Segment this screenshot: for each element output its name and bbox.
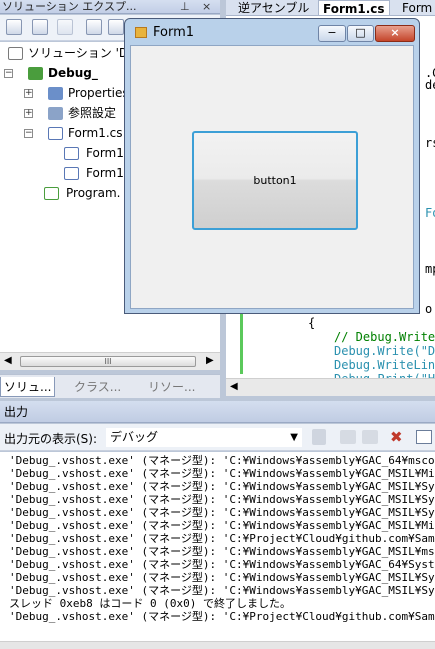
tab-form1-design[interactable]: Form	[398, 0, 435, 16]
close-icon: ×	[390, 26, 400, 39]
output-source-label: 出力元の表示(S):	[4, 432, 98, 446]
minimize-icon: −	[327, 26, 337, 39]
show-all-files-button[interactable]	[32, 19, 48, 35]
form1-title: Form1	[153, 25, 195, 40]
tab-class-view[interactable]: クラス...	[74, 377, 121, 397]
panel-tabs: ソリュ... クラス... リソー...	[0, 374, 220, 398]
scroll-left-icon[interactable]: ◀	[230, 381, 238, 392]
goto-line-icon[interactable]	[312, 429, 326, 445]
form-app-icon	[135, 27, 147, 38]
tab-label: リソー...	[148, 380, 196, 394]
output-line: 'Debug_.vshost.exe' (マネージ型): 'C:¥Windows…	[9, 571, 435, 584]
output-line: 'Debug_.vshost.exe' (マネージ型): 'C:¥Windows…	[9, 454, 435, 467]
tab-label: ソリュ...	[4, 380, 52, 394]
button1[interactable]: button1	[192, 131, 358, 230]
form1-title-bar[interactable]: Form1 − □ ×	[125, 19, 419, 46]
previous-message-icon[interactable]	[340, 430, 356, 444]
output-line: 'Debug_.vshost.exe' (マネージ型): 'C:¥Windows…	[9, 480, 435, 493]
tree-label-solution: ソリューション 'D	[28, 46, 129, 60]
output-toolbar: 出力元の表示(S): デバッグ ▼ ✖	[0, 424, 435, 451]
editor-hscrollbar[interactable]: ◀	[226, 378, 435, 396]
collapse-icon[interactable]: −	[4, 69, 13, 78]
output-line: スレッド 0xeb8 はコード 0 (0x0) で終了しました。	[9, 597, 291, 610]
expand-icon[interactable]: +	[24, 89, 33, 98]
properties-folder-icon	[48, 87, 63, 100]
word-wrap-icon[interactable]	[416, 430, 432, 444]
form1-window[interactable]: Form1 − □ × button1	[124, 18, 420, 314]
output-text[interactable]: 'Debug_.vshost.exe' (マネージ型): 'C:¥Windows…	[0, 452, 435, 641]
close-icon[interactable]: ×	[202, 0, 211, 13]
chevron-down-icon: ▼	[290, 432, 298, 443]
code-line: // Debug.Write	[334, 330, 435, 344]
code-line: Debug.WriteLin	[334, 358, 435, 372]
minimize-button[interactable]: −	[318, 25, 346, 42]
code-fragment: mp	[425, 262, 435, 276]
tree-label-form1-cs: Form1.cs	[68, 126, 123, 140]
references-icon	[48, 107, 63, 120]
change-margin	[240, 314, 243, 374]
tree-label-properties: Properties	[68, 86, 129, 100]
code-fragment: rs	[425, 136, 435, 150]
code-fragment: Fo	[425, 206, 435, 220]
output-title: 出力	[4, 405, 29, 419]
output-line: 'Debug_.vshost.exe' (マネージ型): 'C:¥Windows…	[9, 584, 435, 597]
scroll-right-icon[interactable]: ▶	[206, 355, 214, 366]
tab-solution-explorer[interactable]: ソリュ...	[0, 377, 56, 397]
code-line: {	[308, 316, 316, 330]
tree-label-program: Program.	[66, 186, 121, 200]
editor-tabs: 逆アセンブル Form1.cs Form	[226, 0, 435, 16]
output-line: 'Debug_.vshost.exe' (マネージ型): 'C:¥Windows…	[9, 467, 435, 480]
view-designer-button[interactable]	[108, 19, 124, 35]
close-button[interactable]: ×	[375, 25, 415, 42]
tab-label: クラス...	[74, 380, 122, 394]
output-title-bar: 出力	[0, 401, 435, 423]
code-fragment: o	[425, 302, 433, 316]
output-source-value: デバッグ	[110, 430, 159, 444]
maximize-icon: □	[355, 26, 366, 39]
cs-file-icon	[44, 187, 59, 200]
refresh-button[interactable]	[57, 19, 73, 35]
code-fragment: de	[425, 78, 435, 92]
tab-form1-cs[interactable]: Form1.cs	[318, 0, 390, 16]
solution-icon	[8, 47, 23, 60]
code-line: Debug.Write("De	[334, 344, 435, 358]
output-line: 'Debug_.vshost.exe' (マネージ型): 'C:¥Project…	[9, 610, 435, 623]
tab-disassembly[interactable]: 逆アセンブル	[234, 0, 313, 16]
form-file-icon	[48, 127, 63, 140]
tree-label-form1-designer: Form1	[86, 146, 124, 160]
solution-explorer-title: ソリューション エクスプ...	[2, 0, 137, 13]
csharp-project-icon	[28, 67, 43, 80]
scroll-left-icon[interactable]: ◀	[4, 355, 12, 366]
view-code-button[interactable]	[86, 19, 102, 35]
pin-icon[interactable]: ⊥	[180, 0, 190, 13]
output-line: 'Debug_.vshost.exe' (マネージ型): 'C:¥Windows…	[9, 519, 435, 532]
tree-label-project: Debug_	[48, 66, 98, 80]
properties-button[interactable]	[6, 19, 22, 35]
cs-file-icon	[64, 147, 79, 160]
output-line: 'Debug_.vshost.exe' (マネージ型): 'C:¥Windows…	[9, 506, 435, 519]
solution-explorer-title-bar: ソリューション エクスプ... ⊥ ×	[0, 0, 220, 14]
next-message-icon[interactable]	[362, 430, 378, 444]
tree-label-references: 参照設定	[68, 106, 117, 120]
collapse-icon[interactable]: −	[24, 129, 33, 138]
expand-icon[interactable]: +	[24, 109, 33, 118]
solution-explorer-hscrollbar[interactable]: ◀ III ▶	[0, 352, 220, 370]
tree-label-form1-resx: Form1	[86, 166, 124, 180]
output-line: 'Debug_.vshost.exe' (マネージ型): 'C:¥Windows…	[9, 493, 435, 506]
output-line: 'Debug_.vshost.exe' (マネージ型): 'C:¥Windows…	[9, 545, 435, 558]
output-hscrollbar[interactable]	[0, 641, 435, 649]
output-line: 'Debug_.vshost.exe' (マネージ型): 'C:¥Windows…	[9, 558, 435, 571]
tab-resource-view[interactable]: リソー...	[148, 377, 195, 397]
clear-all-icon[interactable]: ✖	[390, 429, 406, 445]
form1-client-area: button1	[130, 45, 414, 309]
output-line: 'Debug_.vshost.exe' (マネージ型): 'C:¥Project…	[9, 532, 435, 545]
maximize-button[interactable]: □	[347, 25, 374, 42]
scroll-thumb[interactable]: III	[20, 356, 196, 367]
resx-file-icon	[64, 167, 79, 180]
output-source-select[interactable]: デバッグ ▼	[106, 428, 302, 447]
